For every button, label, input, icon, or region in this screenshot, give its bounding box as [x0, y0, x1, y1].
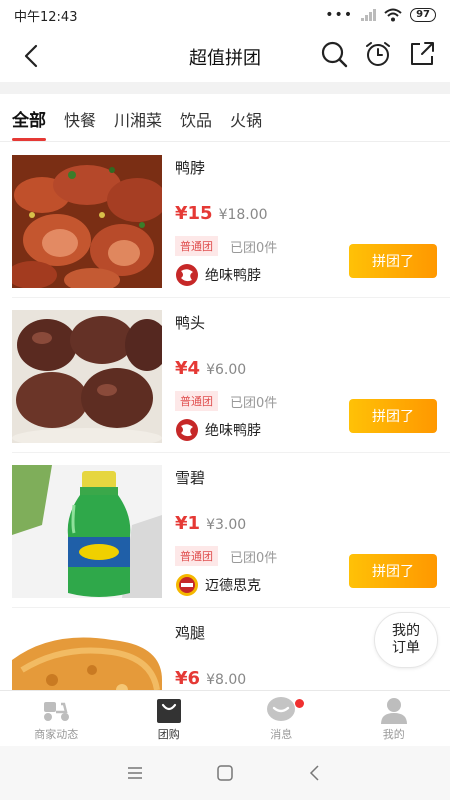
merchant-name: 迈德思克: [205, 578, 261, 594]
original-price: ¥6.00: [206, 362, 247, 378]
system-back-button[interactable]: [304, 762, 326, 784]
merchant-name: 绝味鸭脖: [205, 423, 261, 439]
section-divider: [0, 82, 450, 94]
search-button[interactable]: [320, 40, 348, 68]
wifi-icon: [384, 8, 402, 22]
status-icons: ••• 97: [325, 8, 436, 22]
merchant-logo: [176, 574, 198, 596]
tab-messages[interactable]: 消息: [225, 691, 338, 746]
product-name: 鸭头: [175, 314, 206, 332]
list-item[interactable]: 鸭脖 ¥15 ¥18.00 普通团 已团0件 绝味鸭脖 拼团了: [0, 143, 450, 298]
tab-label: 团购: [157, 727, 180, 741]
search-icon: [321, 41, 348, 68]
home-square-icon: [217, 765, 233, 781]
share-button[interactable]: [408, 40, 436, 68]
tab-label: 消息: [270, 727, 293, 741]
shopping-bag-icon: [156, 698, 181, 723]
scooter-icon: [44, 701, 70, 721]
original-price: ¥18.00: [218, 207, 268, 223]
merchant-name: 绝味鸭脖: [205, 268, 261, 284]
group-type-badge: 普通团: [175, 546, 218, 566]
signal-icon: [361, 9, 377, 21]
price-row: ¥1 ¥3.00: [175, 513, 246, 534]
tab-mine[interactable]: 我的: [338, 691, 450, 746]
alarm-clock-icon: [366, 42, 390, 66]
share-icon: [411, 42, 434, 65]
product-name: 雪碧: [175, 469, 206, 487]
price-row: ¥4 ¥6.00: [175, 358, 246, 379]
tab-all[interactable]: 全部: [12, 96, 46, 141]
group-price: ¥1: [175, 513, 201, 534]
original-price: ¥3.00: [206, 517, 247, 533]
product-image: [12, 310, 162, 443]
tab-label: 我的: [382, 727, 405, 741]
product-name: 鸭脖: [175, 159, 206, 177]
tab-fast-food[interactable]: 快餐: [64, 97, 96, 141]
merchant-logo: [176, 419, 198, 441]
price-row: ¥15 ¥18.00: [175, 203, 268, 224]
tab-label: 商家动态: [34, 727, 79, 741]
merchant-row: 迈德思克: [175, 573, 261, 597]
join-group-button[interactable]: 拼团了: [349, 399, 437, 433]
tab-group-buy[interactable]: 团购: [113, 691, 226, 746]
group-buy-list: 鸭脖 ¥15 ¥18.00 普通团 已团0件 绝味鸭脖 拼团了 鸭头 ¥4 ¥6…: [0, 143, 450, 690]
my-orders-label-line2: 订单: [392, 640, 420, 656]
tab-merchant-news[interactable]: 商家动态: [0, 691, 113, 746]
system-menu-button[interactable]: [124, 762, 146, 784]
join-group-button[interactable]: 拼团了: [349, 244, 437, 278]
meta-row: 普通团 已团0件: [175, 236, 277, 256]
bottom-tab-bar: 商家动态 团购 消息 我的: [0, 690, 450, 746]
message-icon: [267, 696, 296, 721]
merchant-row: 绝味鸭脖: [175, 263, 261, 287]
my-orders-button[interactable]: 我的 订单: [374, 612, 438, 668]
nav-actions: [320, 40, 436, 68]
product-name: 鸡腿: [175, 624, 206, 642]
meta-row: 普通团 已团0件: [175, 391, 277, 411]
status-bar: 中午12:43 ••• 97: [0, 0, 450, 30]
group-price: ¥4: [175, 358, 201, 379]
system-nav-bar: [0, 746, 450, 800]
tab-sichuan-hunan[interactable]: 川湘菜: [114, 97, 162, 141]
list-item[interactable]: 雪碧 ¥1 ¥3.00 普通团 已团0件 迈德思克 拼团了: [0, 453, 450, 608]
merchant-logo: [176, 264, 198, 286]
system-home-button[interactable]: [214, 762, 236, 784]
original-price: ¥8.00: [206, 672, 247, 688]
battery-indicator: 97: [410, 8, 436, 22]
product-image: [12, 465, 162, 598]
group-type-badge: 普通团: [175, 391, 218, 411]
product-image: [12, 620, 162, 690]
back-triangle-icon: [309, 765, 319, 781]
group-type-badge: 普通团: [175, 236, 218, 256]
alarm-button[interactable]: [364, 40, 392, 68]
person-icon: [380, 697, 407, 724]
sold-count: 已团0件: [230, 240, 278, 256]
tab-hotpot[interactable]: 火锅: [230, 97, 262, 141]
sold-count: 已团0件: [230, 395, 278, 411]
my-orders-label-line1: 我的: [392, 623, 420, 639]
tab-drinks[interactable]: 饮品: [180, 97, 212, 141]
category-tabs: 全部 快餐 川湘菜 饮品 火锅: [0, 96, 450, 142]
unread-dot: [295, 699, 304, 708]
sold-count: 已团0件: [230, 550, 278, 566]
meta-row: 普通团 已团0件: [175, 546, 277, 566]
more-notifications-icon: •••: [325, 7, 354, 23]
join-group-button[interactable]: 拼团了: [349, 554, 437, 588]
status-time: 中午12:43: [14, 9, 78, 25]
list-item[interactable]: 鸭头 ¥4 ¥6.00 普通团 已团0件 绝味鸭脖 拼团了: [0, 298, 450, 453]
nav-bar: 超值拼团: [0, 30, 450, 82]
product-image: [12, 155, 162, 288]
merchant-row: 绝味鸭脖: [175, 418, 261, 442]
group-price: ¥15: [175, 203, 213, 224]
price-row: ¥6 ¥8.00: [175, 668, 246, 689]
menu-icon: [128, 767, 142, 779]
group-price: ¥6: [175, 668, 201, 689]
